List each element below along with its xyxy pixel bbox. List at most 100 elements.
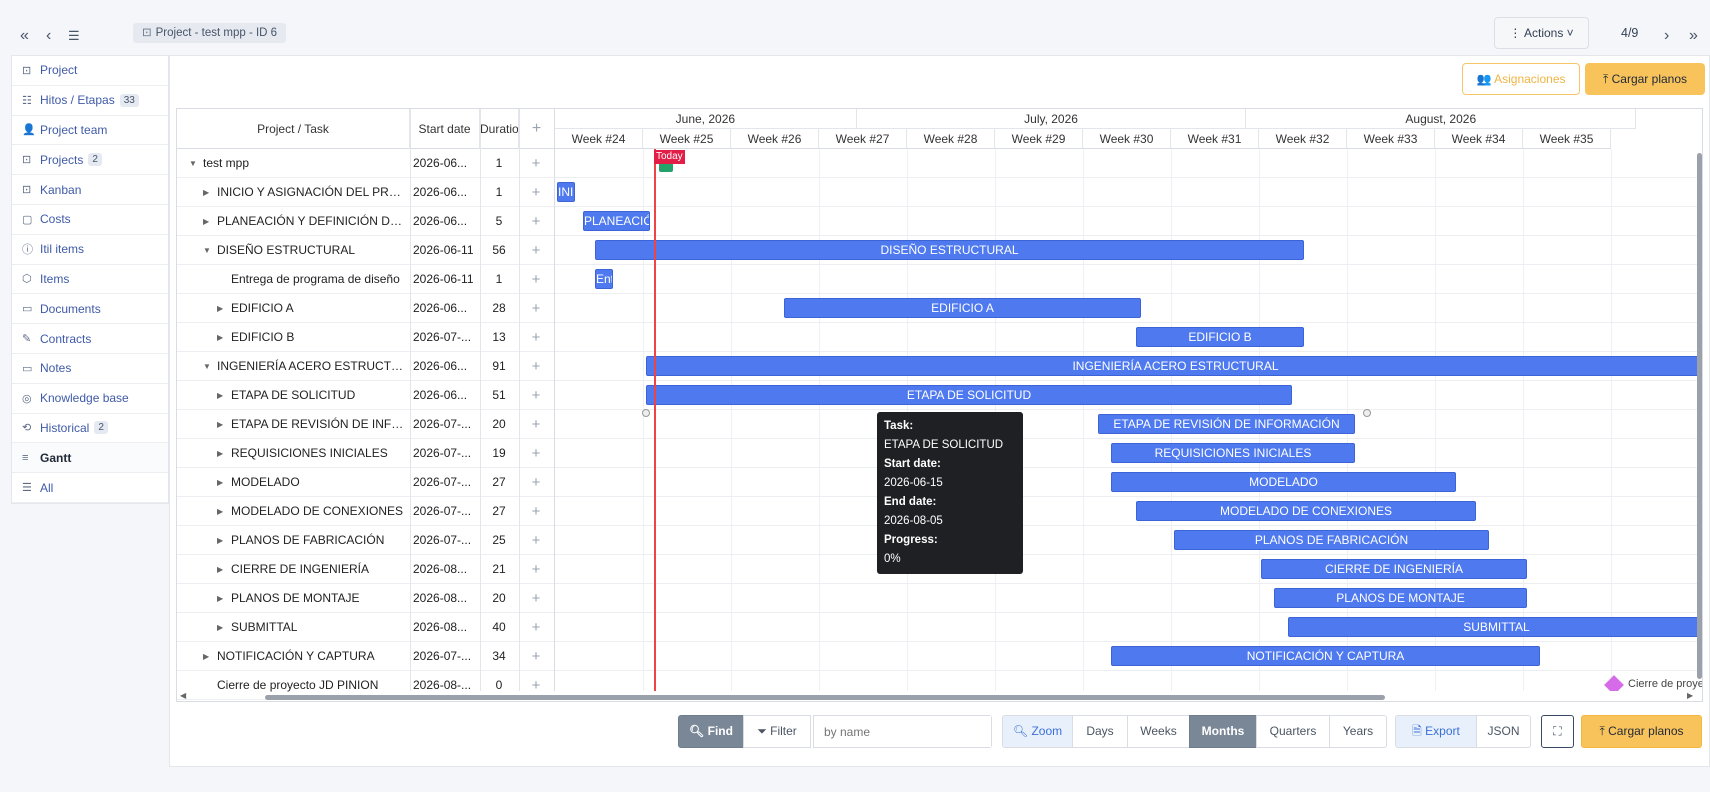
add-subtask-button[interactable]: + (519, 497, 553, 526)
col-start-header[interactable]: Start date (410, 109, 480, 149)
task-row[interactable]: ▶ CIERRE DE INGENIERÍA 2026-08... 21 + (177, 555, 554, 584)
task-bar[interactable]: INGENIERÍA ACERO ESTRUCTURAL (646, 356, 1702, 376)
task-row[interactable]: ▶ MODELADO DE CONEXIONES 2026-07-... 27 + (177, 497, 554, 526)
cargar-planos-button[interactable]: ⤒ Cargar planos (1585, 63, 1705, 95)
caret-right-icon[interactable]: ▶ (217, 410, 223, 439)
add-subtask-button[interactable]: + (519, 381, 553, 410)
task-row[interactable]: ▼ test mpp 2026-06... 1 + (177, 149, 554, 178)
task-bar[interactable]: CIERRE DE INGENIERÍA (1261, 559, 1527, 579)
sidebar-item-hitos-etapas[interactable]: ☷ Hitos / Etapas 33 (12, 86, 168, 116)
sidebar-item-items[interactable]: ⬡ Items (12, 265, 168, 295)
sidebar-item-knowledge-base[interactable]: ◎ Knowledge base (12, 384, 168, 414)
milestone-diamond[interactable] (1604, 675, 1624, 691)
task-bar[interactable]: ETAPA DE REVISIÓN DE INFORMACIÓN (1098, 414, 1355, 434)
add-subtask-button[interactable]: + (519, 352, 553, 381)
add-subtask-button[interactable]: + (519, 294, 553, 323)
task-bar[interactable]: PLANEACIÓN Y DEFINICIÓN DE ALCANCE (583, 211, 650, 231)
sidebar-item-itil-items[interactable]: ⓘ Itil items (12, 235, 168, 265)
caret-right-icon[interactable]: ▶ (217, 381, 223, 410)
task-row[interactable]: ▶ REQUISICIONES INICIALES 2026-07-... 19 + (177, 439, 554, 468)
task-row[interactable]: ▶ MODELADO 2026-07-... 27 + (177, 468, 554, 497)
search-list-icon[interactable]: ☰ (68, 26, 80, 46)
search-field[interactable] (813, 715, 992, 748)
weeks-button[interactable]: Weeks (1127, 715, 1190, 748)
task-bar[interactable]: PLANOS DE MONTAJE (1274, 588, 1527, 608)
double-chevron-left-icon[interactable]: « (20, 26, 29, 46)
task-row[interactable]: ▶ INICIO Y ASIGNACIÓN DEL PROYECTO 2026-06… (177, 178, 554, 207)
caret-right-icon[interactable]: ▶ (217, 323, 223, 352)
caret-right-icon[interactable]: ▶ (203, 207, 209, 236)
months-button[interactable]: Months (1189, 715, 1257, 748)
sidebar-item-project[interactable]: ⊡ Project (12, 56, 168, 86)
export-button[interactable]: 🗎 Export (1395, 715, 1477, 748)
days-button[interactable]: Days (1072, 715, 1128, 748)
caret-right-icon[interactable]: ▶ (217, 468, 223, 497)
task-row[interactable]: ▶ SUBMITTAL 2026-08... 40 + (177, 613, 554, 642)
sidebar-item-projects[interactable]: ⊡ Projects 2 (12, 145, 168, 176)
task-bar[interactable]: Entrega de programa de diseño (595, 269, 613, 289)
caret-right-icon[interactable]: ▶ (203, 178, 209, 207)
caret-right-icon[interactable]: ▶ (217, 294, 223, 323)
search-input[interactable] (814, 716, 991, 747)
horizontal-scrollbar[interactable] (265, 695, 1385, 700)
task-row[interactable]: ▼ INGENIERÍA ACERO ESTRUCTURAL 2026-06... 9… (177, 352, 554, 381)
sidebar-item-gantt[interactable]: ≡ Gantt (12, 443, 168, 474)
task-row[interactable]: ▶ EDIFICIO B 2026-07-... 13 + (177, 323, 554, 352)
task-row[interactable]: ▶ PLANEACIÓN Y DEFINICIÓN DE ALCANCE 2026-… (177, 207, 554, 236)
task-bar[interactable]: MODELADO (1111, 472, 1456, 492)
actions-dropdown[interactable]: ⋮ Actions ˅ (1494, 17, 1589, 49)
bottom-cargar-planos-button[interactable]: ⤒ Cargar planos (1581, 715, 1702, 748)
scroll-left-icon[interactable]: ◀ (180, 691, 186, 700)
add-subtask-button[interactable]: + (519, 584, 553, 613)
double-chevron-right-icon[interactable]: » (1689, 26, 1698, 46)
caret-right-icon[interactable]: ▶ (217, 526, 223, 555)
zoom-button[interactable]: 🔍︎ Zoom (1002, 715, 1073, 748)
chevron-right-icon[interactable]: › (1664, 26, 1669, 46)
sidebar-item-all[interactable]: ☰ All (12, 473, 168, 503)
add-subtask-button[interactable]: + (519, 236, 553, 265)
caret-right-icon[interactable]: ▶ (217, 613, 223, 642)
project-summary-marker[interactable] (659, 163, 673, 172)
caret-down-icon[interactable]: ▼ (203, 352, 211, 381)
add-subtask-button[interactable]: + (519, 178, 553, 207)
task-bar[interactable]: NOTIFICACIÓN Y CAPTURA (1111, 646, 1540, 666)
find-button[interactable]: 🔍︎ Find (678, 715, 744, 748)
sidebar-item-project-team[interactable]: 👤 Project team (12, 116, 168, 146)
caret-right-icon[interactable]: ▶ (217, 439, 223, 468)
task-bar[interactable]: DISEÑO ESTRUCTURAL (595, 240, 1304, 260)
fullscreen-button[interactable]: ⛶ (1541, 715, 1574, 748)
sidebar-item-notes[interactable]: ▭ Notes (12, 354, 168, 384)
add-subtask-button[interactable]: + (519, 642, 553, 671)
sidebar-item-historical[interactable]: ⟲ Historical 2 (12, 414, 168, 444)
add-subtask-button[interactable]: + (519, 439, 553, 468)
task-bar[interactable]: MODELADO DE CONEXIONES (1136, 501, 1476, 521)
vertical-scrollbar[interactable] (1697, 153, 1702, 679)
caret-right-icon[interactable]: ▶ (217, 497, 223, 526)
task-row[interactable]: Entrega de programa de diseño 2026-06-11 1… (177, 265, 554, 294)
asignaciones-button[interactable]: 👥 Asignaciones (1462, 63, 1580, 95)
sidebar-item-contracts[interactable]: ✎ Contracts (12, 324, 168, 354)
add-subtask-button[interactable]: + (519, 613, 553, 642)
quarters-button[interactable]: Quarters (1256, 715, 1330, 748)
caret-down-icon[interactable]: ▼ (203, 236, 211, 265)
task-row[interactable]: ▶ ETAPA DE SOLICITUD 2026-06... 51 + (177, 381, 554, 410)
caret-down-icon[interactable]: ▼ (189, 149, 197, 178)
scroll-right-icon[interactable]: ▶ (1687, 691, 1693, 700)
task-bar[interactable]: ETAPA DE SOLICITUD (646, 385, 1292, 405)
add-subtask-button[interactable]: + (519, 468, 553, 497)
col-duration-header[interactable]: Duratio (480, 109, 519, 149)
caret-right-icon[interactable]: ▶ (217, 555, 223, 584)
task-bar[interactable]: SUBMITTAL (1288, 617, 1702, 637)
link-handle[interactable] (642, 409, 650, 417)
sidebar-item-costs[interactable]: ▢ Costs (12, 205, 168, 235)
task-row[interactable]: ▶ EDIFICIO A 2026-06... 28 + (177, 294, 554, 323)
add-subtask-button[interactable]: + (519, 526, 553, 555)
add-task-button[interactable]: + (519, 109, 554, 149)
years-button[interactable]: Years (1329, 715, 1387, 748)
task-row[interactable]: ▶ PLANOS DE FABRICACIÓN 2026-07-... 25 + (177, 526, 554, 555)
link-handle[interactable] (1363, 409, 1371, 417)
task-bar[interactable]: REQUISICIONES INICIALES (1111, 443, 1355, 463)
task-bar[interactable]: PLANOS DE FABRICACIÓN (1174, 530, 1489, 550)
sidebar-item-documents[interactable]: ▭ Documents (12, 294, 168, 325)
caret-right-icon[interactable]: ▶ (217, 584, 223, 613)
